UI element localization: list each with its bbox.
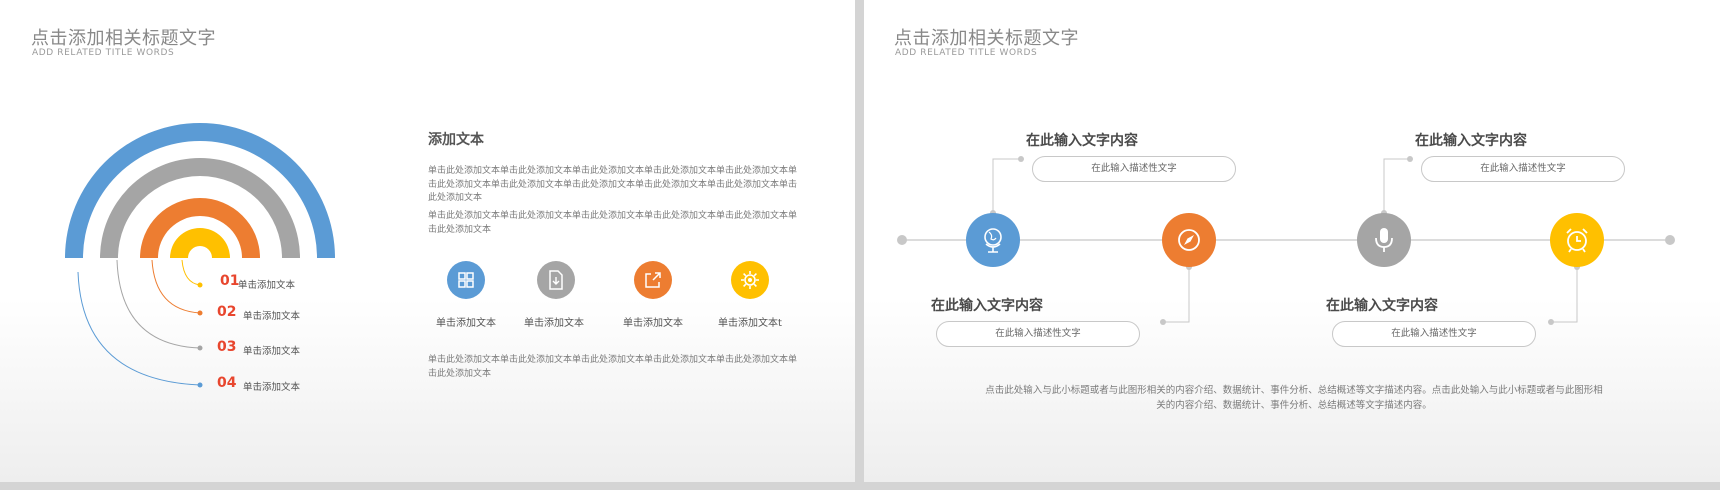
- icon-label-4[interactable]: 单击添加文本t: [705, 314, 795, 329]
- share-icon[interactable]: [634, 261, 672, 299]
- connector-line-1: [181, 259, 201, 286]
- paragraph-3[interactable]: 单击此处添加文本单击此处添加文本单击此处添加文本单击此处添加文本单击此处添加文本…: [428, 354, 800, 381]
- alarm-clock-icon[interactable]: [1550, 213, 1604, 267]
- timeline-heading-2[interactable]: 在此输入文字内容: [877, 295, 1097, 315]
- timeline-desc-3[interactable]: 在此输入描述性文字: [1421, 156, 1625, 182]
- document-icon[interactable]: [537, 261, 575, 299]
- connector-line-4: [77, 271, 201, 386]
- paragraph-1[interactable]: 单击此处添加文本单击此处添加文本单击此处添加文本单击此处添加文本单击此处添加文本…: [428, 165, 800, 206]
- timeline-heading-3[interactable]: 在此输入文字内容: [1361, 130, 1581, 150]
- rainbow-arc-yellow: [170, 228, 230, 258]
- timeline-desc-1[interactable]: 在此输入描述性文字: [1032, 156, 1236, 182]
- list-label-03[interactable]: 单击添加文本: [243, 343, 300, 357]
- globe-icon[interactable]: [966, 213, 1020, 267]
- icon-label-1[interactable]: 单击添加文本: [421, 314, 511, 329]
- timeline-heading-4[interactable]: 在此输入文字内容: [1272, 295, 1492, 315]
- list-number-04: 04: [217, 375, 237, 391]
- list-number-01: 01: [220, 273, 240, 289]
- connector-line-2: [151, 259, 201, 314]
- list-label-01[interactable]: 单击添加文本: [238, 277, 295, 291]
- list-label-04[interactable]: 单击添加文本: [243, 379, 300, 393]
- list-label-02[interactable]: 单击添加文本: [243, 308, 300, 322]
- slide-right: 点击添加相关标题文字 ADD RELATED TITLE WORDS 在此输入文…: [864, 0, 1720, 482]
- timeline-desc-2[interactable]: 在此输入描述性文字: [936, 321, 1140, 347]
- microphone-icon[interactable]: [1357, 213, 1411, 267]
- gear-icon[interactable]: [731, 261, 769, 299]
- list-number-03: 03: [217, 339, 237, 355]
- icon-label-2[interactable]: 单击添加文本: [509, 314, 599, 329]
- timeline-desc-4[interactable]: 在此输入描述性文字: [1332, 321, 1536, 347]
- footer-paragraph[interactable]: 点击此处输入与此小标题或者与此图形相关的内容介绍、数据统计、事件分析、总结概述等…: [984, 383, 1604, 413]
- section-heading[interactable]: 添加文本: [428, 129, 484, 149]
- list-number-02: 02: [217, 304, 237, 320]
- timeline-heading-1[interactable]: 在此输入文字内容: [972, 130, 1192, 150]
- compass-icon[interactable]: [1162, 213, 1216, 267]
- paragraph-2[interactable]: 单击此处添加文本单击此处添加文本单击此处添加文本单击此处添加文本单击此处添加文本…: [428, 210, 800, 237]
- connector-line-3: [116, 259, 201, 349]
- icon-label-3[interactable]: 单击添加文本: [608, 314, 698, 329]
- slide-left: 点击添加相关标题文字 ADD RELATED TITLE WORDS 01 单击…: [0, 0, 855, 482]
- grid-icon[interactable]: [447, 261, 485, 299]
- rainbow-diagram: [65, 123, 335, 388]
